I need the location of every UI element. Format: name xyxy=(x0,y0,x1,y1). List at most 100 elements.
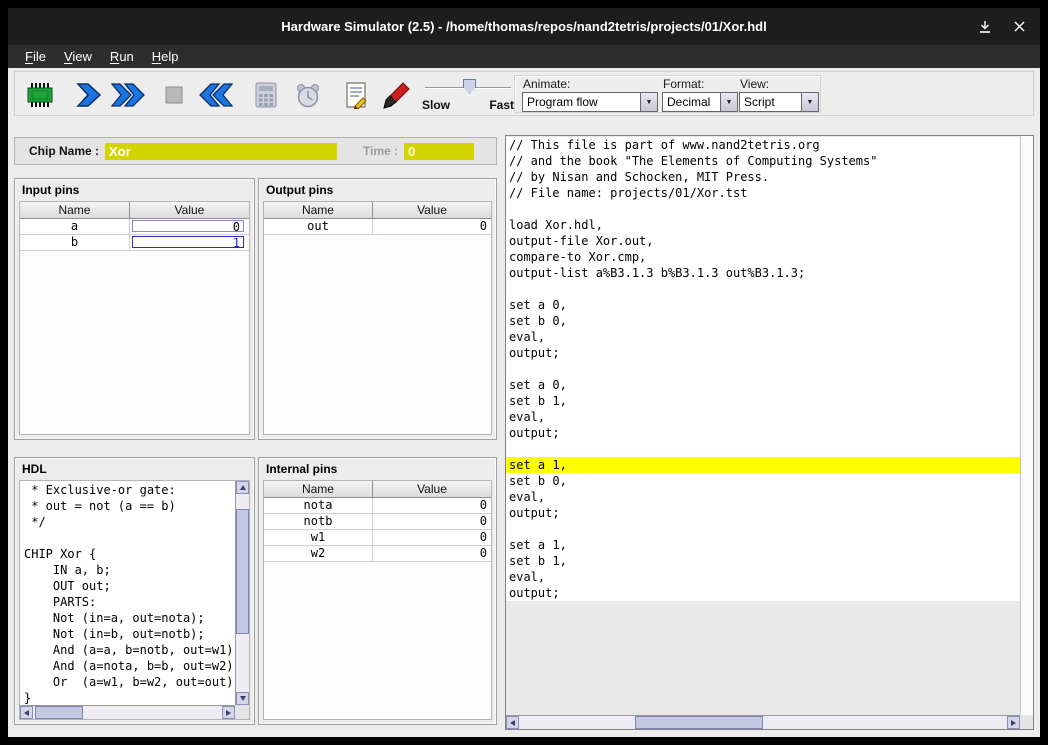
pin-row-b[interactable]: b1 xyxy=(20,235,249,251)
code-line: And (a=nota, b=b, out=w2); xyxy=(24,658,235,674)
animate-value: Program flow xyxy=(523,93,640,111)
scroll-left-button[interactable] xyxy=(506,716,519,729)
single-step-button[interactable] xyxy=(69,78,107,111)
slider-thumb[interactable] xyxy=(463,79,476,94)
pin-row-a[interactable]: a0 xyxy=(20,219,249,235)
pin-value[interactable]: 0 xyxy=(130,219,249,234)
view-select[interactable]: Script ▼ xyxy=(739,92,819,112)
output-pins-table: NameValue out0 xyxy=(263,201,492,435)
code-line xyxy=(506,521,1020,537)
pin-name: a xyxy=(20,219,130,234)
pin-name: nota xyxy=(264,498,373,513)
main-content: Slow Fast Animate: Program flow ▼ Format… xyxy=(8,68,1040,737)
view-value: Script xyxy=(740,93,801,111)
chip-name-field: Xor xyxy=(105,143,337,160)
code-line: set a 0, xyxy=(506,297,1020,313)
speed-slider[interactable]: Slow Fast xyxy=(419,76,517,114)
pin-name: out xyxy=(264,219,373,234)
hardware-simulator-window: Hardware Simulator (2.5) - /home/thomas/… xyxy=(8,8,1040,737)
run-button[interactable] xyxy=(109,78,147,111)
animate-select[interactable]: Program flow ▼ xyxy=(522,92,658,112)
close-button[interactable] xyxy=(1010,18,1028,36)
column-header-value: Value xyxy=(373,481,491,497)
calculator-button[interactable] xyxy=(247,78,285,111)
run-arrows-icon xyxy=(110,82,146,108)
code-line: compare-to Xor.cmp, xyxy=(506,249,1020,265)
output-pins-panel: Output pins NameValue out0 xyxy=(258,178,497,440)
code-line: */ xyxy=(24,514,235,530)
code-line: * out = not (a == b) xyxy=(24,498,235,514)
menu-help[interactable]: Help xyxy=(143,46,188,67)
pin-value: 0 xyxy=(373,498,491,513)
calculator-icon xyxy=(253,81,279,109)
pin-row-out[interactable]: out0 xyxy=(264,219,491,235)
pin-row-w1[interactable]: w10 xyxy=(264,530,491,546)
menu-file[interactable]: File xyxy=(16,46,55,67)
script-horizontal-scrollbar[interactable] xyxy=(506,715,1020,729)
pin-name: w2 xyxy=(264,546,373,561)
code-line xyxy=(24,530,235,546)
pin-name: b xyxy=(20,235,130,250)
code-line: OUT out; xyxy=(24,578,235,594)
code-line: load Xor.hdl, xyxy=(506,217,1020,233)
scroll-down-button[interactable] xyxy=(236,692,249,705)
code-line: Not (in=a, out=nota); xyxy=(24,610,235,626)
script-lines: // This file is part of www.nand2tetris.… xyxy=(506,136,1020,715)
menu-view[interactable]: View xyxy=(55,46,101,67)
chevron-down-icon: ▼ xyxy=(640,93,657,111)
menu-bar: FileViewRunHelp xyxy=(8,45,1040,68)
hdl-panel: HDL * Exclusive-or gate: * out = not (a … xyxy=(14,457,255,725)
hdl-horizontal-scrollbar[interactable] xyxy=(20,705,235,719)
pin-value: 0 xyxy=(373,219,491,234)
clock-button[interactable] xyxy=(289,78,327,111)
title-bar[interactable]: Hardware Simulator (2.5) - /home/thomas/… xyxy=(8,8,1040,45)
scroll-right-button[interactable] xyxy=(222,706,235,719)
combo-group: Animate: Program flow ▼ Format: Decimal … xyxy=(514,75,821,113)
input-pins-body: a0b1 xyxy=(20,219,249,251)
code-line: output; xyxy=(506,505,1020,521)
scroll-up-button[interactable] xyxy=(236,481,249,494)
load-chip-button[interactable] xyxy=(21,78,59,111)
code-line: eval, xyxy=(506,489,1020,505)
scrollbar-thumb[interactable] xyxy=(635,716,764,729)
triangle-down-icon xyxy=(240,696,246,701)
input-pins-table: NameValue a0b1 xyxy=(19,201,250,435)
pin-row-w2[interactable]: w20 xyxy=(264,546,491,562)
code-line xyxy=(506,201,1020,217)
internal-pins-body: nota0notb0w10w20 xyxy=(264,498,491,562)
reset-button[interactable] xyxy=(197,78,235,111)
toolbar: Slow Fast Animate: Program flow ▼ Format… xyxy=(14,71,1034,116)
load-script-button[interactable] xyxy=(337,78,375,111)
pin-value[interactable]: 1 xyxy=(130,235,249,250)
script-document-icon xyxy=(343,81,369,109)
stop-button[interactable] xyxy=(155,78,193,111)
code-line xyxy=(506,281,1020,297)
code-line: And (a=a, b=notb, out=w1); xyxy=(24,642,235,658)
code-line xyxy=(506,361,1020,377)
code-line: set a 0, xyxy=(506,377,1020,393)
clear-button[interactable] xyxy=(377,78,415,111)
minimize-button[interactable] xyxy=(976,18,994,36)
scrollbar-thumb[interactable] xyxy=(236,509,249,634)
menu-run[interactable]: Run xyxy=(101,46,143,67)
pin-value: 0 xyxy=(373,530,491,545)
pin-row-notb[interactable]: notb0 xyxy=(264,514,491,530)
format-select[interactable]: Decimal ▼ xyxy=(662,92,738,112)
code-line: Not (in=b, out=notb); xyxy=(24,626,235,642)
scroll-left-button[interactable] xyxy=(20,706,33,719)
code-line: IN a, b; xyxy=(24,562,235,578)
code-line: PARTS: xyxy=(24,594,235,610)
output-pins-body: out0 xyxy=(264,219,491,235)
rewind-arrows-icon xyxy=(198,82,234,108)
hdl-vertical-scrollbar[interactable] xyxy=(235,481,249,705)
scroll-right-button[interactable] xyxy=(1007,716,1020,729)
script-vertical-scrollbar[interactable] xyxy=(1020,136,1033,715)
chip-name-label: Chip Name : xyxy=(29,144,99,158)
code-line: eval, xyxy=(506,409,1020,425)
scrollbar-thumb[interactable] xyxy=(35,706,83,719)
pin-row-nota[interactable]: nota0 xyxy=(264,498,491,514)
hdl-title: HDL xyxy=(22,462,47,476)
code-line: // File name: projects/01/Xor.tst xyxy=(506,185,1020,201)
chip-icon xyxy=(23,81,57,109)
code-line: output; xyxy=(506,425,1020,441)
